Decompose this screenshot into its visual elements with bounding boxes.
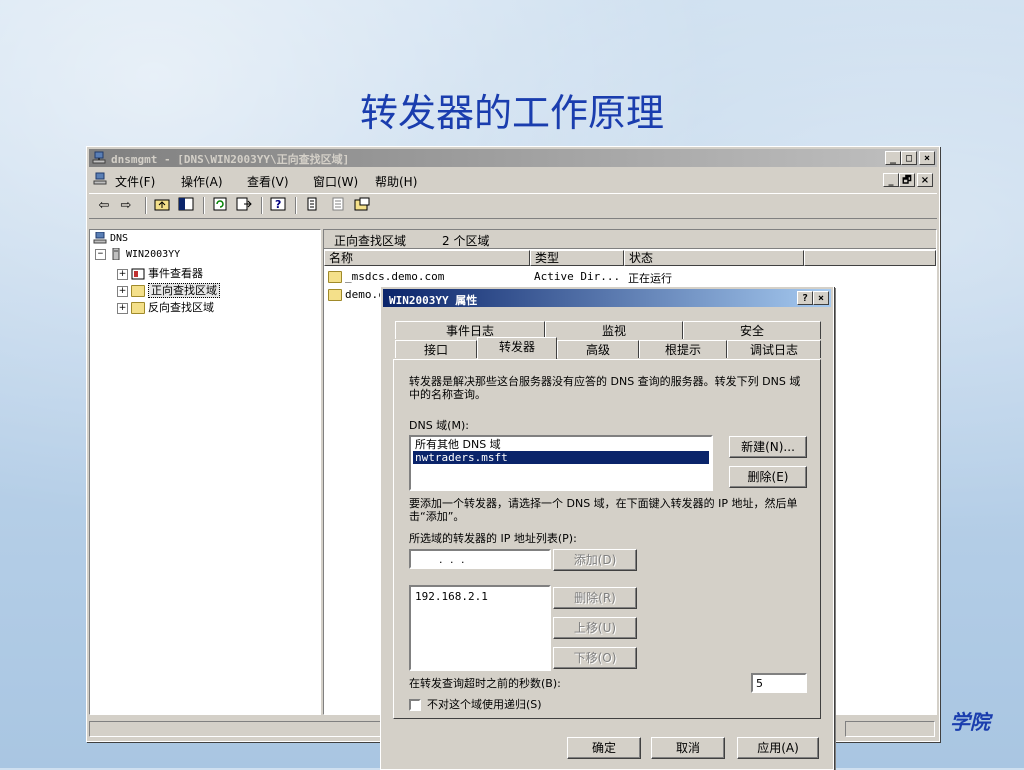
list-item[interactable]: 所有其他 DNS 域 [413, 438, 709, 451]
dns-menu-icon [93, 172, 107, 185]
list-icon[interactable] [303, 197, 321, 214]
menu-window[interactable]: 窗口(W) [313, 173, 358, 190]
tab-forwarders[interactable]: 转发器 [477, 337, 557, 359]
delete-domain-button[interactable]: 删除(E) [729, 466, 807, 488]
footer-brand: 学院 [950, 710, 990, 734]
column-status[interactable]: 状态 [624, 250, 804, 266]
expand-icon[interactable]: + [117, 302, 128, 314]
tree-item-reverse-zones[interactable]: + 反向查找区域 [117, 299, 214, 315]
menu-action[interactable]: 操作(A) [181, 173, 223, 190]
tab-debug-logging[interactable]: 调试日志 [727, 340, 821, 358]
results-header: 正向查找区域 2 个区域 [324, 230, 936, 249]
tree-item-forward-zones[interactable]: + 正向查找区域 [117, 282, 220, 298]
up-folder-icon[interactable] [153, 197, 171, 214]
table-row[interactable]: demo.c [328, 288, 385, 301]
maximize-button[interactable]: □ [901, 151, 917, 165]
tab-root-hints[interactable]: 根提示 [639, 340, 727, 358]
forward-arrow-icon[interactable]: ⇨ [117, 197, 135, 214]
mdi-minimize-button[interactable]: _ [883, 173, 899, 187]
properties-icon[interactable] [329, 197, 347, 214]
zone-icon [328, 271, 342, 283]
toolbar: ⇦ ⇨ ? [89, 193, 937, 219]
minimize-button[interactable]: _ [885, 151, 901, 165]
dialog-title: WIN2003YY 属性 [389, 294, 478, 307]
table-row[interactable]: _msdcs.demo.com [328, 270, 444, 283]
results-header-title: 正向查找区域 [334, 234, 407, 248]
expand-icon[interactable]: + [117, 285, 128, 297]
ok-button[interactable]: 确定 [567, 737, 641, 759]
tree-item-event-viewer[interactable]: + 事件查看器 [117, 265, 203, 281]
results-header-count: 2 个区域 [442, 234, 490, 248]
collapse-icon[interactable]: − [95, 248, 106, 260]
help-button[interactable]: ? [797, 291, 813, 305]
close-button[interactable]: × [919, 151, 935, 165]
new-domain-button[interactable]: 新建(N)... [729, 436, 807, 458]
add-forwarder-hint: 要添加一个转发器，请选择一个 DNS 域，在下面键入转发器的 IP 地址，然后单… [409, 497, 798, 523]
dns-domain-list[interactable]: 所有其他 DNS 域 nwtraders.msft [409, 435, 713, 491]
tree-dns-root[interactable]: DNS [93, 232, 128, 244]
tree-server-node[interactable]: − WIN2003YY [95, 248, 180, 260]
ip-address-input[interactable]: . . . [409, 549, 551, 569]
export-icon[interactable] [235, 197, 253, 214]
column-type[interactable]: 类型 [530, 250, 624, 266]
forwarder-ip-list[interactable]: 192.168.2.1 [409, 585, 551, 671]
menu-view[interactable]: 查看(V) [247, 173, 289, 190]
no-recursion-checkbox[interactable] [409, 699, 421, 711]
cancel-button[interactable]: 取消 [651, 737, 725, 759]
mdi-close-button[interactable]: × [917, 173, 933, 187]
ip-list-label: 所选域的转发器的 IP 地址列表(P): [409, 532, 577, 545]
column-name[interactable]: 名称 [324, 250, 530, 266]
forwarders-description: 转发器是解决那些这台服务器没有应答的 DNS 查询的服务器。转发下列 DNS 域… [409, 375, 801, 401]
timeout-input[interactable]: 5 [751, 673, 807, 693]
timeout-label: 在转发查询超时之前的秒数(B): [409, 677, 561, 690]
tab-security[interactable]: 安全 [683, 321, 821, 339]
zone-icon [328, 289, 342, 301]
back-arrow-icon[interactable]: ⇦ [95, 197, 113, 214]
menu-help[interactable]: 帮助(H) [375, 173, 417, 190]
event-viewer-icon [131, 268, 145, 280]
folder-icon [131, 285, 145, 297]
zone-type: Active Dir... [534, 270, 621, 283]
menu-file[interactable]: 文件(F) [115, 173, 155, 190]
window-titlebar[interactable]: dnsmgmt - [DNS\WIN2003YY\正向查找区域] _ □ × [89, 149, 937, 167]
show-tree-icon[interactable] [177, 197, 195, 214]
dialog-close-button[interactable]: × [813, 291, 829, 305]
menu-bar: 文件(F) 操作(A) 查看(V) 窗口(W) 帮助(H) _ 🗗 × [89, 169, 937, 191]
window-title: dnsmgmt - [DNS\WIN2003YY\正向查找区域] [111, 153, 350, 166]
tab-advanced[interactable]: 高级 [557, 340, 639, 358]
no-recursion-label: 不对这个域使用递归(S) [427, 698, 542, 711]
tab-monitoring[interactable]: 监视 [545, 321, 683, 339]
move-up-button[interactable]: 上移(U) [553, 617, 637, 639]
svg-text:?: ? [275, 198, 281, 211]
console-tree: DNS − WIN2003YY + 事件查看器 + 正向查找区域 + 反向查找区域 [89, 229, 321, 715]
help-icon[interactable]: ? [269, 197, 287, 214]
refresh-icon[interactable] [211, 197, 229, 214]
add-forwarder-button[interactable]: 添加(D) [553, 549, 637, 571]
server-properties-dialog: WIN2003YY 属性 ? × 事件日志 监视 安全 接口 转发器 高级 根提… [380, 286, 834, 770]
zone-icon[interactable] [353, 197, 371, 214]
apply-button[interactable]: 应用(A) [737, 737, 819, 759]
mdi-restore-button[interactable]: 🗗 [899, 173, 915, 187]
slide-title: 转发器的工作原理 [359, 91, 664, 135]
dns-app-icon [92, 151, 106, 164]
server-icon [112, 248, 120, 260]
remove-forwarder-button[interactable]: 删除(R) [553, 587, 637, 609]
status-cell-extra [845, 721, 935, 737]
list-item[interactable]: 192.168.2.1 [413, 590, 547, 603]
folder-icon [131, 302, 145, 314]
zone-status: 正在运行 [628, 272, 672, 285]
dns-domain-label: DNS 域(M): [409, 419, 469, 432]
dialog-titlebar[interactable]: WIN2003YY 属性 ? × [383, 289, 831, 307]
move-down-button[interactable]: 下移(O) [553, 647, 637, 669]
list-item-selected[interactable]: nwtraders.msft [413, 451, 709, 464]
column-extra[interactable] [804, 250, 936, 266]
tab-interfaces[interactable]: 接口 [395, 340, 477, 358]
dns-icon [93, 232, 107, 244]
expand-icon[interactable]: + [117, 268, 128, 280]
